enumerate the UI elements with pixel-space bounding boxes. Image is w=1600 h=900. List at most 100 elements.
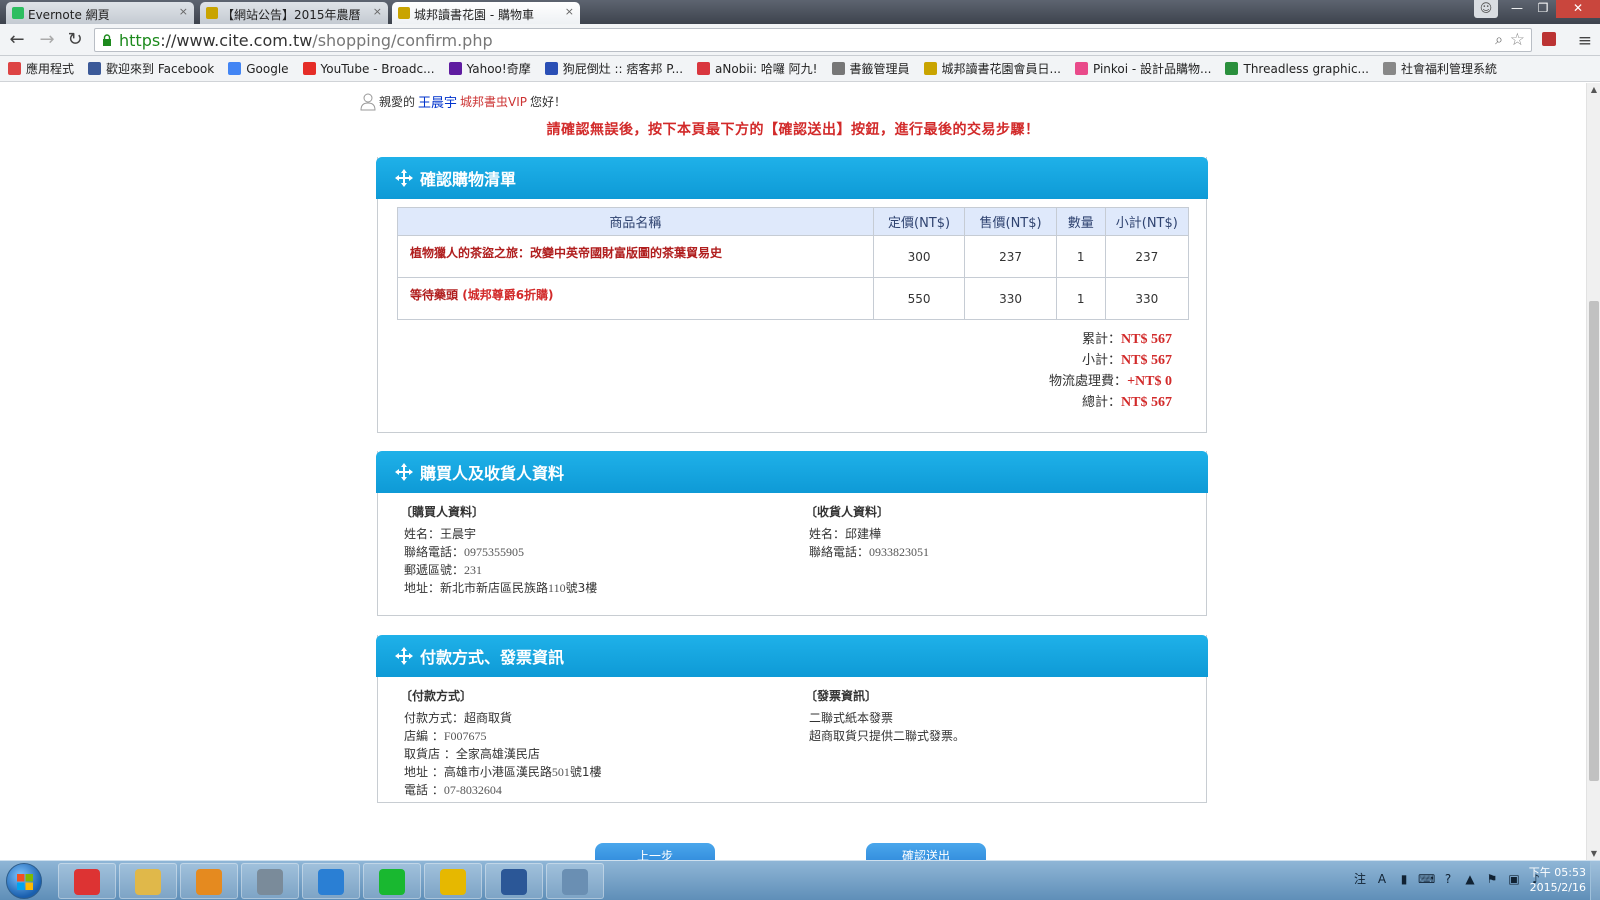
user-name[interactable]: 王晨宇 (418, 92, 457, 111)
tab-evernote[interactable]: Evernote 網頁 × (6, 2, 194, 24)
receiver-info: 〔收貨人資料〕 姓名：邱建樺 聯絡電話：0933823051 (805, 503, 930, 561)
bookmark-label: YouTube - Broadc... (320, 61, 435, 76)
help-icon[interactable]: ? (1440, 871, 1456, 887)
reload-icon[interactable]: ↻ (64, 29, 86, 51)
evernote-icon (12, 7, 24, 19)
show-desktop-button[interactable] (1590, 861, 1600, 900)
store-id: 店編 ：F007675 (404, 729, 487, 743)
back-icon[interactable]: ← (6, 29, 28, 51)
close-window-icon[interactable]: ✕ (1556, 0, 1600, 18)
taskbar-app[interactable] (424, 863, 482, 899)
facebook-icon (88, 62, 102, 75)
tab-label: 【網站公告】2015年農曆 (222, 8, 361, 22)
bookmark-item[interactable]: aNobii: 哈囉 阿九! (697, 60, 818, 77)
taskbar-app[interactable] (363, 863, 421, 899)
tab-announcement[interactable]: 【網站公告】2015年農曆 × (200, 2, 388, 24)
start-button[interactable] (6, 863, 42, 899)
taskbar-app[interactable] (485, 863, 543, 899)
close-icon[interactable]: × (373, 5, 382, 18)
col-header: 小計(NT$) (1104, 207, 1190, 236)
minimize-icon[interactable]: — (1504, 0, 1530, 18)
close-icon[interactable]: × (179, 5, 188, 18)
taskbar-app[interactable] (302, 863, 360, 899)
cart-table: 商品名稱 定價(NT$) 售價(NT$) 數量 小計(NT$) 植物獵人的茶盜之… (397, 207, 1190, 320)
ime-icon[interactable]: 注 (1352, 871, 1368, 887)
page-content: 親愛的 王晨宇 城邦書虫VIP 您好！ 請確認無誤後，按下本頁最下方的【確認送出… (0, 83, 1586, 860)
bookmark-label: Google (246, 61, 289, 76)
greeting-prefix: 親愛的 (379, 95, 416, 109)
network-icon[interactable]: ▣ (1506, 871, 1522, 887)
confirm-submit-button[interactable]: 確認送出 (866, 843, 986, 860)
bookmark-item[interactable]: YouTube - Broadc... (302, 61, 435, 76)
tab-strip: Evernote 網頁 × 【網站公告】2015年農曆 × 城邦讀書花園 - 購… (0, 0, 1600, 24)
tab-label: Evernote 網頁 (28, 8, 110, 22)
bookmark-label: 歡迎來到 Facebook (106, 62, 215, 76)
bookmark-item[interactable]: 書籤管理員 (831, 60, 910, 77)
star-icon[interactable]: ☆ (1510, 30, 1525, 50)
page-scrollbar[interactable]: ▲ ▼ (1586, 83, 1600, 860)
restore-icon[interactable]: ❐ (1530, 0, 1556, 18)
bookmark-item[interactable]: 社會福利管理系統 (1382, 60, 1497, 77)
taskbar-app[interactable] (546, 863, 604, 899)
ime-width-icon[interactable]: ▮ (1396, 871, 1412, 887)
quantity: 1 (1055, 277, 1106, 320)
bookmark-item[interactable]: Pinkoi - 設計品購物... (1074, 60, 1211, 77)
flag-alert-icon[interactable]: ⚑ (1484, 871, 1500, 887)
user-icon[interactable]: ☺ (1474, 0, 1498, 18)
bookmark-label: 城邦讀書花園會員日... (941, 62, 1061, 76)
forward-icon[interactable]: → (36, 29, 58, 51)
chrome-icon (74, 869, 100, 895)
system-clock[interactable]: 下午 05:53 2015/2/16 (1529, 865, 1586, 895)
prev-step-button[interactable]: 上一步 (595, 843, 715, 860)
bookmark-item[interactable]: 應用程式 (8, 60, 74, 77)
close-icon[interactable]: × (565, 5, 574, 18)
bookmark-label: 書籤管理員 (849, 62, 910, 76)
bookmark-item[interactable]: 狗屁倒灶 :: 痞客邦 P... (544, 60, 683, 77)
bookmark-item[interactable]: Yahoo!奇摩 (448, 60, 531, 77)
taskbar-app[interactable] (180, 863, 238, 899)
sale-price: 237 (964, 235, 1057, 278)
address-bar[interactable]: https://www.cite.com.tw/shopping/confirm… (94, 28, 1532, 52)
system-tray: 注 A ▮ ⌨ ? ▲ ⚑ ▣ ♪ (1346, 871, 1544, 887)
taskbar-app[interactable] (119, 863, 177, 899)
bookmark-item[interactable]: Google (228, 61, 289, 76)
panel-header: 確認購物清單 (376, 157, 1208, 199)
table-header-row: 商品名稱 定價(NT$) 售價(NT$) 數量 小計(NT$) (397, 207, 1190, 236)
clock-time: 下午 05:53 (1528, 866, 1586, 879)
bookmark-item[interactable]: 歡迎來到 Facebook (88, 60, 214, 77)
scroll-down-icon[interactable]: ▼ (1587, 849, 1600, 858)
line-icon (379, 869, 405, 895)
word-icon (501, 869, 527, 895)
scroll-up-icon[interactable]: ▲ (1587, 85, 1600, 94)
store-address: 地址 ：高雄市小港區漢民路501號1樓 (404, 765, 602, 779)
product-name[interactable]: 等待藥頭 (城邦尊爵6折購) (397, 277, 874, 320)
store-phone: 電話 ：07-8032604 (404, 783, 502, 797)
ime-keyboard-icon[interactable]: ⌨ (1418, 871, 1435, 887)
pinkoi-icon (1074, 62, 1088, 75)
google-icon (228, 62, 242, 75)
taskbar-app[interactable] (58, 863, 116, 899)
menu-icon[interactable]: ≡ (1578, 31, 1592, 51)
bookmark-label: 應用程式 (26, 62, 75, 76)
pickup-store: 取貨店 ：全家高雄漢民店 (404, 747, 540, 761)
bookmarks-bar: 應用程式 歡迎來到 Facebook Google YouTube - Broadc.… (0, 56, 1600, 82)
payment-panel: 付款方式、發票資訊 〔付款方式〕 付款方式：超商取貨 店編 ：F007675 取… (376, 635, 1208, 803)
bookmark-item[interactable]: Threadless graphic... (1225, 62, 1369, 76)
show-hidden-icons[interactable]: ▲ (1462, 871, 1478, 887)
taskbar-app[interactable] (241, 863, 299, 899)
sale-price: 330 (964, 277, 1057, 320)
extension-icon[interactable] (1542, 32, 1556, 46)
tab-cart[interactable]: 城邦讀書花園 - 購物車 × (392, 2, 580, 24)
bookmark-label: aNobii: 哈囉 阿九! (715, 62, 818, 76)
youtube-icon (302, 62, 316, 75)
ime-mode-icon[interactable]: A (1374, 871, 1390, 887)
member-level: 城邦書虫VIP (460, 95, 528, 109)
search-icon[interactable]: ⌕ (1495, 32, 1503, 48)
windows-logo-icon (17, 874, 33, 890)
bookmark-item[interactable]: 城邦讀書花園會員日... (923, 60, 1061, 77)
panel-header: 付款方式、發票資訊 (376, 635, 1208, 677)
receiver-phone: 聯絡電話：0933823051 (809, 545, 930, 559)
product-name[interactable]: 植物獵人的茶盜之旅：改變中英帝國財富版圖的茶葉貿易史 (397, 235, 874, 278)
window-controls: ☺ — ❐ ✕ (1474, 0, 1600, 18)
scroll-thumb[interactable] (1589, 301, 1599, 781)
